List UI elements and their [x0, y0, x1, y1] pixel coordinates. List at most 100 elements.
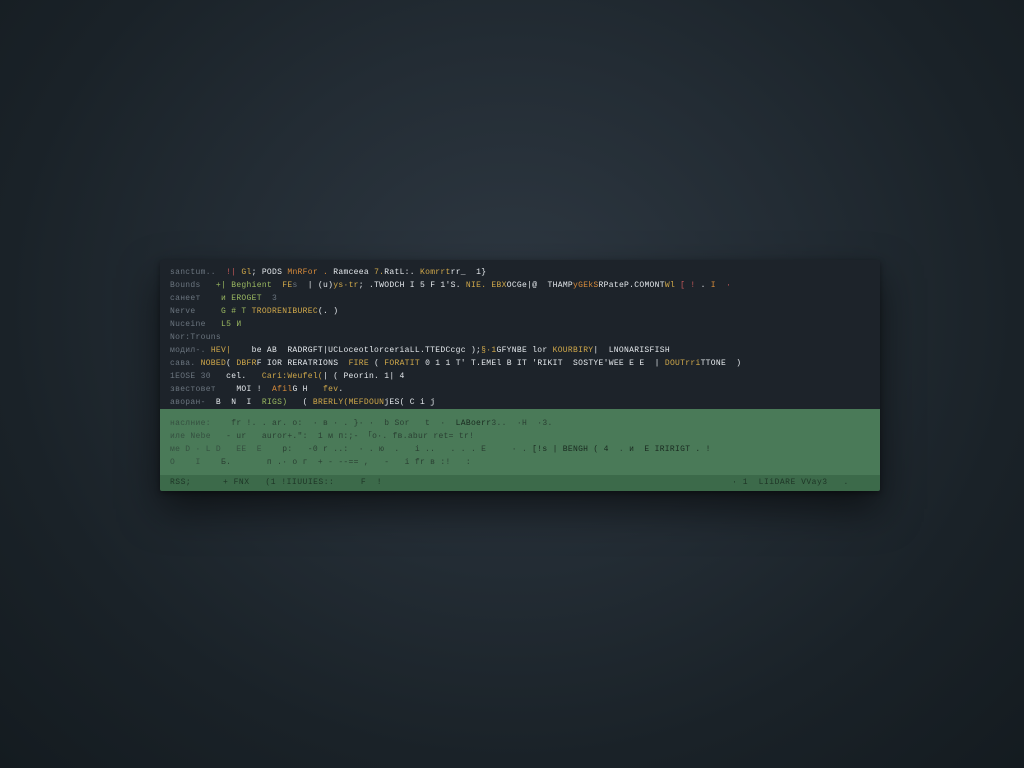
- token: Komrrt: [420, 268, 451, 277]
- token: FE: [282, 281, 292, 290]
- token: модил-.: [170, 346, 211, 355]
- token: MnRFor .: [287, 268, 333, 277]
- code-area[interactable]: sanctum.. !| Gl; PODS MnRFor . Ramceea 7…: [160, 260, 880, 409]
- token: (: [287, 398, 313, 407]
- code-editor-panel[interactable]: sanctum.. !| Gl; PODS MnRFor . Ramceea 7…: [160, 260, 880, 491]
- token: FIRE: [349, 359, 369, 368]
- code-line[interactable]: аворан- B N I RIGS) ( BRERLY(MEFDOUNjES(…: [160, 396, 880, 409]
- token: FORATIT: [384, 359, 420, 368]
- token: ; PODS: [252, 268, 288, 277]
- token: .: [701, 281, 711, 290]
- code-line[interactable]: Bounds +| Beghient FEs | (u)ys·tr; .TWOD…: [160, 279, 880, 292]
- selection-region[interactable]: наслние: fr !. . ar. о: · в · . }· · b S…: [160, 409, 880, 475]
- token: 0 1 1 T' T.EMEl B IT 'RIKIT SOSTYE'WEE E…: [420, 359, 665, 368]
- token: NOBED: [201, 359, 227, 368]
- code-line-selected[interactable]: иле Nebe - ur auror+.": 1 м п:;- 「о·. fв…: [160, 430, 880, 443]
- token: +| Beghient: [216, 281, 282, 290]
- token: s: [292, 281, 307, 290]
- token: Wl: [665, 281, 680, 290]
- token: наслние:: [170, 419, 231, 428]
- code-line[interactable]: модил-. HEV| be AB RADRGFT|UCLoceotlorce…: [160, 344, 880, 357]
- token: TTONE ): [701, 359, 742, 368]
- code-line-selected[interactable]: ме D · L D ЕЕ Е р: -0 r ..: · . ю . i ..…: [160, 443, 880, 456]
- token: Cari:Weufel(: [262, 372, 323, 381]
- token: DBFR: [236, 359, 256, 368]
- token: HEV|: [211, 346, 252, 355]
- token: RatL:.: [384, 268, 420, 277]
- code-line[interactable]: звестовет MOI ! AfilG H fev.: [160, 383, 880, 396]
- token: Afil: [272, 385, 292, 394]
- token: ; .TWODCH I 5 F 1'S.: [359, 281, 466, 290]
- token: санеет: [170, 294, 221, 303]
- token: Gl: [241, 268, 251, 277]
- token: Nerve: [170, 307, 221, 316]
- token: NIE. EBX: [466, 281, 507, 290]
- token: Б. п .· о г + - --== , - i fr в :! :: [201, 458, 471, 467]
- token: B N I: [216, 398, 262, 407]
- token: и EROGET: [221, 294, 262, 303]
- token: звестовет: [170, 385, 236, 394]
- token: G H: [292, 385, 323, 394]
- token: F IOR RERATRIONS: [257, 359, 349, 368]
- code-line-selected[interactable]: наслние: fr !. . ar. о: · в · . }· · b S…: [160, 411, 880, 430]
- token: MOI !: [236, 385, 272, 394]
- token: RPateP.COMONT: [599, 281, 665, 290]
- token: be AB RADRGFT|UCLoceotlorceriaLL.TTEDCcg…: [252, 346, 482, 355]
- token: cel.: [226, 372, 262, 381]
- token: сава.: [170, 359, 201, 368]
- code-line[interactable]: 1EOSE 30 cel. Cari:Weufel(| ( Peorin. 1|…: [160, 370, 880, 383]
- token: TRODRENIBUREC: [252, 307, 318, 316]
- code-line[interactable]: Nor:Trouns: [160, 331, 880, 344]
- token: jES( C i j: [384, 398, 435, 407]
- token: Bounds: [170, 281, 216, 290]
- token: G # T: [221, 307, 252, 316]
- token: (. ): [318, 307, 338, 316]
- token: иле Nebe: [170, 432, 226, 441]
- token: 3.. ·H ·3.: [491, 419, 552, 428]
- token: 7.: [374, 268, 384, 277]
- token: KOURBIRY: [553, 346, 594, 355]
- token: аворан-: [170, 398, 216, 407]
- token: BRERLY(MEFDOUN: [313, 398, 384, 407]
- token: | (u): [308, 281, 334, 290]
- token: | LNONARISFISH: [593, 346, 670, 355]
- token: rr_ 1}: [451, 268, 487, 277]
- token: [ !: [680, 281, 700, 290]
- token: §·1: [481, 346, 496, 355]
- token: LABoerr: [456, 419, 492, 428]
- status-right: · 1 LIiDARE VVay3 .: [732, 475, 870, 491]
- token: ме D · L D ЕЕ Е: [170, 445, 282, 454]
- token: O I: [170, 458, 201, 467]
- token: ys·tr: [333, 281, 359, 290]
- token: !|: [226, 268, 241, 277]
- token: 3: [262, 294, 277, 303]
- token: fev: [323, 385, 338, 394]
- token: р: -0 r ..: · . ю . i .. . . . Е · .: [282, 445, 532, 454]
- token: sanctum..: [170, 268, 226, 277]
- token: DOUTrri: [665, 359, 701, 368]
- code-line[interactable]: Nerve G # T TRODRENIBUREC(. ): [160, 305, 880, 318]
- token: RIGS): [262, 398, 288, 407]
- code-line[interactable]: санеет и EROGET 3: [160, 292, 880, 305]
- token: и Е IRIRIGT . !: [629, 445, 711, 454]
- token: [!s | BENGH ( 4: [532, 445, 609, 454]
- code-line[interactable]: sanctum.. !| Gl; PODS MnRFor . Ramceea 7…: [160, 260, 880, 279]
- code-line[interactable]: Nuceine L5 И: [160, 318, 880, 331]
- status-left: RSS; + FNX (1 !IIUUIES:: F !: [170, 475, 382, 491]
- token: ·: [726, 281, 731, 290]
- code-line[interactable]: сава. NOBED( DBFRF IOR RERATRIONS FIRE (…: [160, 357, 880, 370]
- token: OCGe|@ THAMP: [507, 281, 573, 290]
- token: yGEkS: [573, 281, 599, 290]
- status-bar: RSS; + FNX (1 !IIUUIES:: F ! · 1 LIiDARE…: [160, 475, 880, 491]
- token: | ( Peorin. 1| 4: [323, 372, 405, 381]
- token: Nuceine: [170, 320, 221, 329]
- code-line-selected[interactable]: O I Б. п .· о г + - --== , - i fr в :! :: [160, 456, 880, 469]
- token: GFYNBE lor: [496, 346, 552, 355]
- token: - ur auror+.": 1 м п:;- 「о·. fв.abur ret…: [226, 432, 474, 441]
- token: .: [338, 385, 343, 394]
- token: fr !. . ar. о: · в · . }· · b Sor t ·: [231, 419, 455, 428]
- token: Ramceea: [333, 268, 374, 277]
- token: (: [369, 359, 384, 368]
- token: I: [711, 281, 726, 290]
- token: L5 И: [221, 320, 241, 329]
